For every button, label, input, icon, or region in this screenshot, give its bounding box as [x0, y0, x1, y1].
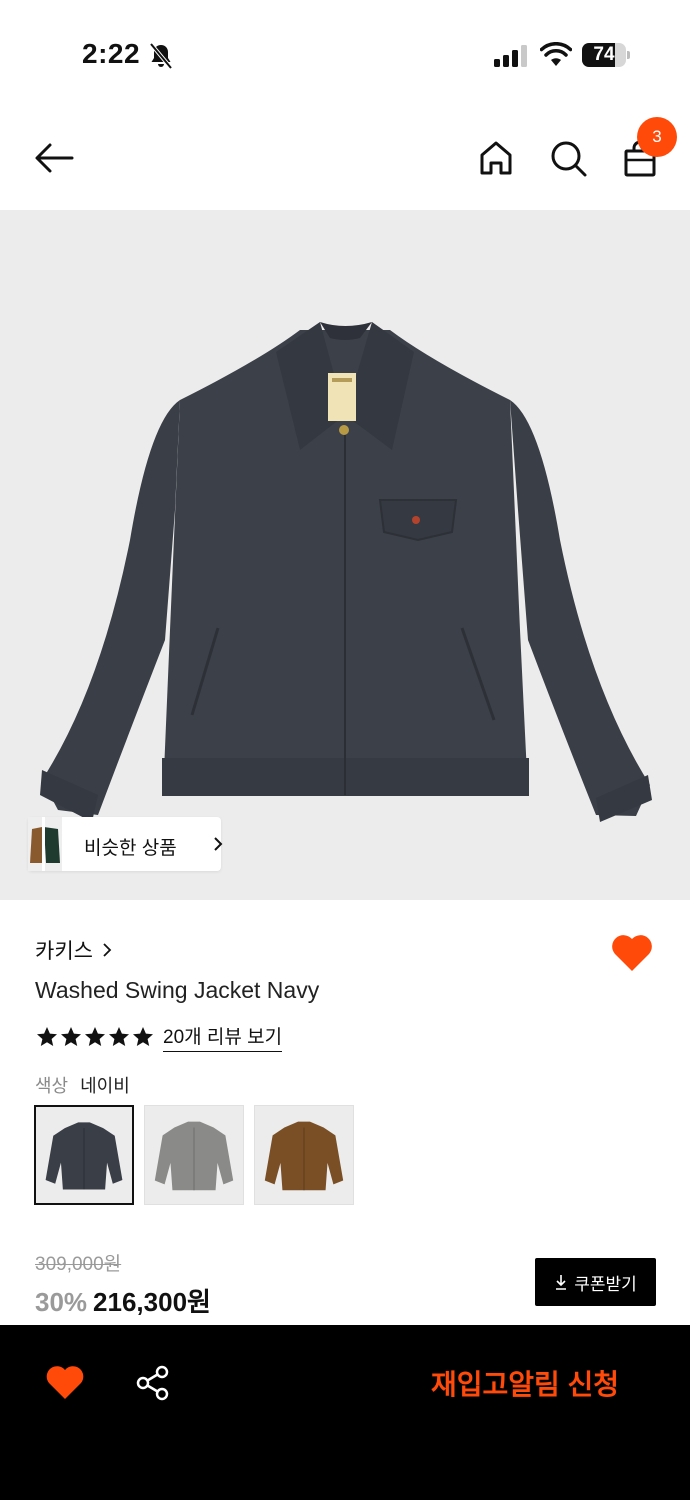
- color-swatch-list: [34, 1105, 364, 1205]
- star-icon: [133, 1027, 153, 1046]
- battery-icon: 74: [582, 43, 630, 67]
- product-name: Washed Swing Jacket Navy: [35, 977, 320, 1003]
- color-label: 색상: [35, 1076, 69, 1096]
- sale-price: 216,300원: [93, 1287, 211, 1317]
- swatch-jacket-image: [264, 1121, 344, 1191]
- bell-slash-icon: [149, 42, 173, 70]
- color-swatch-brown[interactable]: [254, 1105, 354, 1205]
- color-swatch-gray[interactable]: [144, 1105, 244, 1205]
- search-icon[interactable]: [548, 138, 588, 178]
- battery-level: 74: [593, 44, 615, 65]
- back-arrow-icon[interactable]: [30, 138, 78, 178]
- swatch-jacket-image: [45, 1122, 123, 1190]
- cellular-signal-icon: [494, 45, 527, 67]
- chevron-right-icon: [103, 943, 112, 957]
- heart-icon[interactable]: [610, 933, 654, 973]
- status-bar: 2:22 74: [0, 0, 690, 100]
- download-icon: [556, 1275, 567, 1290]
- price-row: 30% 216,300원: [35, 1282, 211, 1319]
- star-icon: [37, 1027, 57, 1046]
- brand-name: 카키스: [35, 940, 93, 963]
- similar-products-button[interactable]: 비슷한 상품: [28, 817, 223, 871]
- review-link[interactable]: 20개 리뷰 보기: [163, 1022, 283, 1052]
- wifi-icon: [540, 42, 572, 66]
- heart-icon[interactable]: [45, 1365, 85, 1401]
- star-icon: [109, 1027, 129, 1046]
- bottom-action-bar: 재입고알림 신청: [0, 1325, 690, 1500]
- swatch-jacket-image: [154, 1121, 234, 1191]
- similar-product-thumbnails: [28, 817, 62, 871]
- share-icon[interactable]: [134, 1364, 172, 1402]
- restock-alert-button[interactable]: 재입고알림 신청: [390, 1355, 660, 1411]
- coupon-download-button[interactable]: 쿠폰받기: [535, 1258, 656, 1306]
- brand-link[interactable]: 카키스: [35, 935, 113, 965]
- status-time: 2:22: [82, 38, 141, 69]
- color-swatch-navy[interactable]: [34, 1105, 134, 1205]
- coupon-label: 쿠폰받기: [574, 1274, 637, 1294]
- color-row: 색상 네이비: [35, 1072, 130, 1098]
- cart-count-badge: 3: [637, 117, 677, 157]
- rating-row: 20개 리뷰 보기: [35, 1022, 283, 1052]
- top-navigation-bar: [0, 110, 690, 208]
- product-image: [40, 322, 652, 822]
- color-value: 네이비: [80, 1076, 130, 1096]
- star-icon: [85, 1027, 105, 1046]
- discount-rate: 30%: [35, 1287, 88, 1317]
- star-icon: [61, 1027, 81, 1046]
- home-icon[interactable]: [476, 138, 516, 178]
- similar-products-label: 비슷한 상품: [84, 838, 177, 859]
- original-price: 309,000원: [35, 1254, 122, 1275]
- product-image-gallery[interactable]: [0, 210, 690, 900]
- chevron-right-icon: [214, 837, 223, 851]
